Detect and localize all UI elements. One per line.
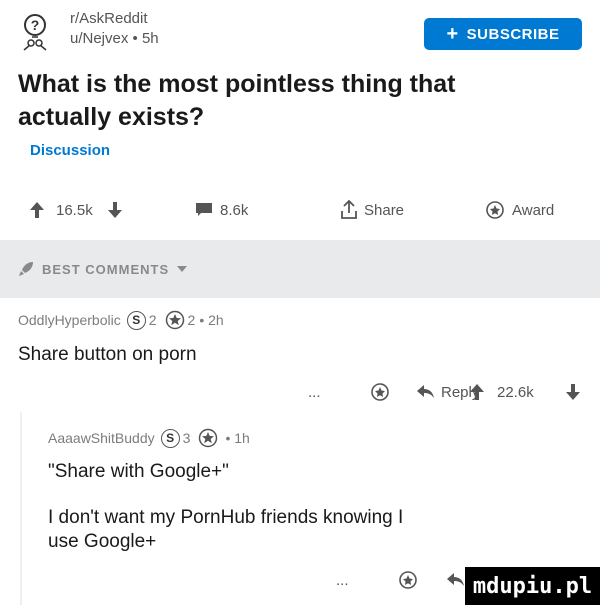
subreddit-avatar-icon[interactable]: ? (18, 12, 58, 52)
rocket-icon (19, 262, 33, 276)
post-actions-bar: 16.5k 8.6k Share Award (0, 196, 600, 224)
post-share-button[interactable]: Share (340, 196, 404, 224)
comment-downvote-button[interactable] (566, 380, 580, 404)
subscribe-button[interactable]: + SUBSCRIBE (424, 18, 582, 50)
post-vote-count: 16.5k (56, 201, 93, 219)
sort-label: BEST COMMENTS (42, 261, 170, 277)
award-icon (486, 201, 504, 219)
comment-vote-count: 22.6k (497, 383, 534, 401)
comment-award-button[interactable] (371, 380, 389, 404)
comment-award-button[interactable] (399, 568, 417, 592)
plus-icon: + (446, 22, 459, 45)
comment-body-line: I don't want my PornHub friends knowing … (48, 507, 404, 528)
comment-time: • 1h (225, 430, 250, 446)
comment-sort-bar[interactable]: BEST COMMENTS (0, 240, 600, 298)
more-options-button[interactable]: ... (336, 568, 349, 592)
upvote-arrow-icon (30, 202, 44, 218)
comment-author[interactable]: OddlyHyperbolic (18, 312, 121, 328)
silver-award-count: 2 (148, 312, 157, 328)
post-award-button[interactable]: Award (486, 196, 554, 224)
comment-time: • 2h (199, 312, 224, 328)
comment-meta: OddlyHyperbolic S 2 2 • 2h (18, 310, 224, 330)
svg-text:?: ? (31, 17, 40, 33)
subscribe-label: SUBSCRIBE (466, 25, 560, 43)
gold-award-count: 2 (187, 312, 196, 328)
post-comments-button[interactable]: 8.6k (196, 196, 248, 224)
award-icon (399, 571, 417, 589)
watermark: mdupiu.pl (465, 567, 600, 605)
subreddit-name[interactable]: r/AskReddit (70, 10, 148, 27)
comment-author[interactable]: AaaawShitBuddy (48, 430, 155, 446)
more-options-button[interactable]: ... (308, 380, 321, 404)
post-author-line[interactable]: u/Nejvex • 5h (70, 30, 159, 47)
post-title[interactable]: What is the most pointless thing that ac… (18, 68, 538, 134)
post-upvote-button[interactable] (30, 196, 44, 224)
comment-body: Share button on porn (18, 344, 197, 365)
award-icon (371, 383, 389, 401)
reply-arrow-icon (417, 385, 434, 398)
downvote-arrow-icon (108, 202, 122, 218)
downvote-arrow-icon (566, 384, 580, 400)
comment-actions: ... Reply 22.6k (0, 380, 600, 404)
silver-award-icon: S (160, 428, 180, 448)
gold-award-icon (199, 428, 218, 448)
gold-award-icon (165, 310, 184, 330)
upvote-arrow-icon (470, 384, 484, 400)
award-label: Award (512, 201, 555, 219)
reply-button[interactable] (447, 568, 465, 592)
post-header: ? r/AskReddit u/Nejvex • 5h + SUBSCRIBE (18, 10, 582, 54)
post-flair[interactable]: Discussion (30, 142, 110, 159)
comment-meta: AaaawShitBuddy S 3 • 1h (48, 428, 250, 448)
chevron-down-icon (177, 266, 188, 272)
comment-upvote-button[interactable] (470, 380, 484, 404)
post-comment-count: 8.6k (220, 201, 249, 219)
silver-award-count: 3 (182, 430, 191, 446)
share-label: Share (364, 201, 405, 219)
reply-arrow-icon (447, 573, 464, 586)
share-icon (341, 200, 357, 219)
comment-bubble-icon (196, 203, 212, 216)
comment-body-line: use Google+ (48, 531, 157, 552)
silver-award-icon: S (126, 310, 146, 330)
comment-body-line: "Share with Google+" (48, 461, 229, 482)
post-downvote-button[interactable] (108, 196, 122, 224)
